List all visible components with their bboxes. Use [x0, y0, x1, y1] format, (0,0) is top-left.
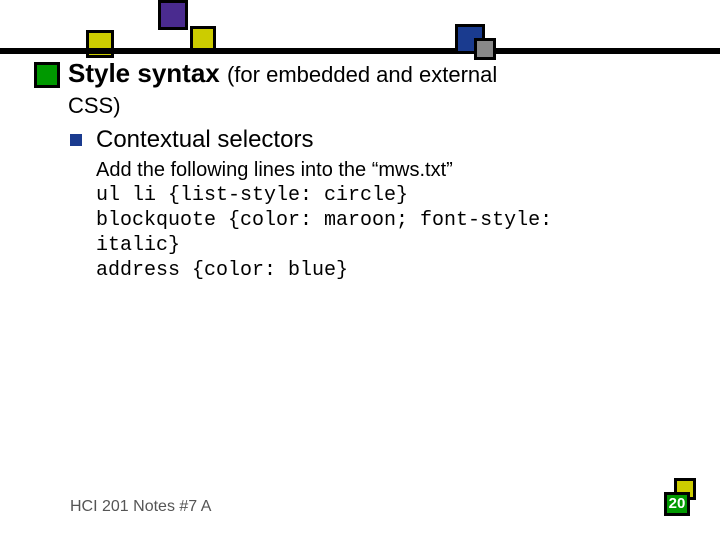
title-main: Style syntax — [68, 58, 220, 88]
title-square-icon — [34, 62, 60, 88]
page-number-wrap: 20 — [660, 486, 690, 516]
code-line-3: address {color: blue} — [96, 258, 636, 283]
title-sub: (for embedded and external — [227, 62, 497, 87]
title-line2: CSS) — [68, 93, 121, 118]
page-number: 20 — [664, 492, 690, 516]
deco-square-grey — [474, 38, 496, 60]
slide-title: Style syntax (for embedded and external … — [68, 58, 497, 120]
deco-square-purple — [158, 0, 188, 30]
header-rule — [0, 48, 720, 54]
bullet-text: Contextual selectors — [96, 126, 313, 154]
body-intro: Add the following lines into the “mws.tx… — [96, 158, 636, 183]
footer-note: HCI 201 Notes #7 A — [70, 498, 211, 516]
slide-content: Style syntax (for embedded and external … — [70, 58, 670, 283]
code-line-2: blockquote {color: maroon; font-style: i… — [96, 208, 636, 258]
body-text: Add the following lines into the “mws.tx… — [96, 158, 636, 283]
bullet-row: Contextual selectors — [70, 126, 670, 154]
bullet-icon — [70, 134, 82, 146]
title-row: Style syntax (for embedded and external … — [34, 58, 670, 120]
footer: HCI 201 Notes #7 A 20 — [70, 486, 690, 516]
code-line-1: ul li {list-style: circle} — [96, 183, 636, 208]
